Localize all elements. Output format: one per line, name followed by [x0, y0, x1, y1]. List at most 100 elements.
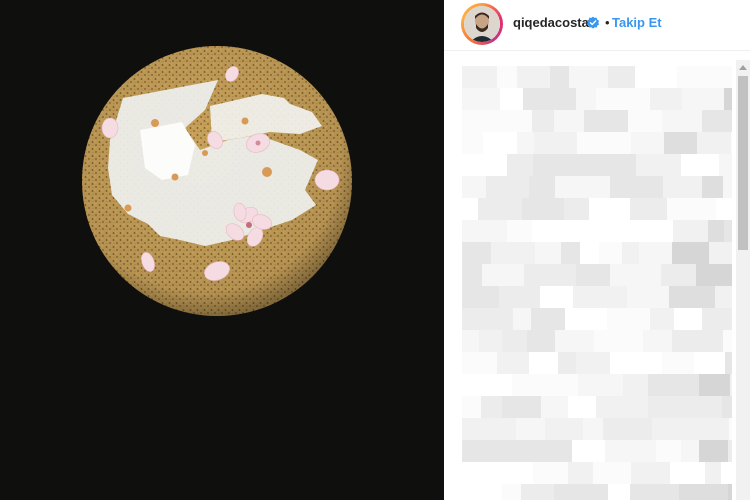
pixel-block	[507, 220, 532, 242]
pixel-block	[576, 88, 596, 110]
username[interactable]: qiqedacosta	[513, 15, 589, 31]
pixel-block	[594, 330, 643, 352]
pixel-block	[643, 330, 672, 352]
follow-button[interactable]: Takip Et	[612, 15, 662, 31]
pixel-block	[479, 330, 502, 352]
pixel-block	[601, 220, 641, 242]
pixel-block	[462, 396, 481, 418]
pixel-block	[517, 132, 534, 154]
pixel-block	[462, 440, 493, 462]
scrollbar[interactable]	[736, 60, 750, 500]
pixel-block	[491, 242, 535, 264]
pixel-block	[623, 374, 648, 396]
pixel-block	[610, 176, 629, 198]
pixel-block	[695, 396, 722, 418]
pixel-block	[558, 352, 576, 374]
pixel-block	[715, 286, 732, 308]
pixel-block	[607, 308, 650, 330]
pixelated-row	[462, 374, 732, 396]
pixelated-row	[462, 66, 732, 88]
post-header: qiqedacosta • Takip Et	[444, 0, 750, 51]
pixel-block	[462, 110, 495, 132]
pixel-block	[565, 308, 607, 330]
pixel-block	[712, 66, 732, 88]
pixel-block	[708, 220, 724, 242]
pixel-block	[673, 220, 708, 242]
pixel-block	[650, 308, 674, 330]
pixel-block	[554, 110, 584, 132]
pixel-block	[723, 176, 732, 198]
pixel-block	[489, 220, 507, 242]
pixel-block	[656, 440, 681, 462]
scroll-up-arrow-icon[interactable]	[736, 60, 750, 74]
verified-badge-icon	[587, 16, 599, 29]
dessert-image	[0, 0, 444, 500]
pixel-block	[699, 440, 728, 462]
pixel-block	[481, 396, 502, 418]
pixel-block	[702, 308, 732, 330]
pixel-block	[724, 220, 732, 242]
pixel-block	[527, 330, 555, 352]
pixel-block	[568, 396, 596, 418]
pixelated-row	[462, 264, 732, 286]
pixel-block	[535, 242, 561, 264]
pixelated-row	[462, 154, 732, 176]
pixelated-row	[462, 418, 732, 440]
pixel-block	[697, 132, 731, 154]
pixel-block	[541, 396, 568, 418]
pixel-block	[483, 132, 517, 154]
avatar[interactable]	[464, 6, 500, 42]
pixel-block	[462, 176, 486, 198]
separator-dot: •	[605, 15, 610, 30]
pixel-block	[564, 198, 589, 220]
pixel-block	[531, 308, 565, 330]
pixel-block	[730, 374, 732, 396]
pixel-block	[532, 110, 554, 132]
pixel-block	[462, 286, 499, 308]
pixel-block	[622, 242, 639, 264]
pixel-block	[462, 484, 502, 500]
pixel-block	[495, 110, 532, 132]
pixel-block	[661, 264, 696, 286]
post-photo[interactable]	[0, 0, 444, 500]
pixelated-row	[462, 176, 732, 198]
pixel-block	[677, 66, 712, 88]
pixel-block	[545, 418, 583, 440]
pixel-block	[529, 352, 558, 374]
pixel-block	[672, 330, 723, 352]
pixel-block	[462, 242, 491, 264]
scroll-thumb[interactable]	[738, 76, 748, 250]
pixel-block	[731, 132, 732, 154]
pixel-block	[599, 242, 622, 264]
pixel-block	[679, 484, 728, 500]
pixel-block	[611, 198, 630, 220]
pixel-block	[669, 286, 715, 308]
pixel-block	[462, 132, 483, 154]
pixel-block	[502, 396, 541, 418]
pixel-block	[486, 176, 529, 198]
pixelated-row	[462, 198, 732, 220]
pixel-block	[630, 484, 679, 500]
pixel-block	[568, 462, 593, 484]
story-ring[interactable]	[461, 3, 503, 45]
pixelated-row	[462, 88, 732, 110]
pixel-block	[721, 462, 732, 484]
pixel-block	[499, 462, 533, 484]
pixel-block	[554, 484, 608, 500]
pixel-block	[549, 374, 578, 396]
pixel-block	[681, 440, 699, 462]
pixel-block	[516, 418, 545, 440]
comments-pixelated	[462, 66, 732, 500]
pixel-block	[699, 374, 730, 396]
pixel-block	[462, 330, 479, 352]
pixel-block	[631, 132, 664, 154]
pixel-block	[462, 66, 497, 88]
pixelated-row	[462, 352, 732, 374]
pixel-block	[596, 396, 648, 418]
pixel-block	[579, 220, 601, 242]
pixelated-row	[462, 462, 732, 484]
pixel-block	[636, 154, 681, 176]
pixel-block	[572, 440, 605, 462]
pixel-block	[667, 198, 716, 220]
pixel-block	[694, 352, 725, 374]
